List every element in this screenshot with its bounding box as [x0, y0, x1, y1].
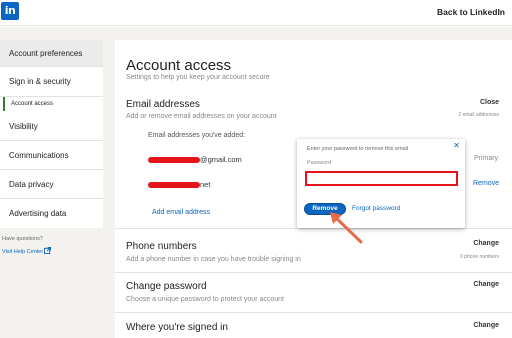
- close-icon[interactable]: ✕: [453, 141, 460, 150]
- help-question: Have questions?: [2, 236, 43, 242]
- phone-section-description: Add a phone number in case you have trou…: [126, 256, 301, 263]
- remove-email-link[interactable]: Remove: [473, 180, 499, 187]
- redaction-mark: [148, 157, 200, 164]
- annotation-arrow-icon: [330, 212, 363, 244]
- page-title: Account access: [126, 57, 232, 74]
- sidebar-subitem-account-access[interactable]: Account access: [3, 97, 103, 111]
- password-input[interactable]: [305, 171, 458, 186]
- back-to-linkedin-link[interactable]: Back to LinkedIn: [437, 7, 505, 17]
- remove-email-popup: ✕ Enter your password to remove this ema…: [297, 139, 465, 228]
- add-email-link[interactable]: Add email address: [152, 209, 210, 216]
- email-suffix: @gmail.com: [200, 155, 242, 164]
- help-center-label: Visit Help Center: [2, 249, 44, 255]
- signed-in-section-title: Where you're signed in: [126, 322, 228, 333]
- phone-change-button[interactable]: Change: [473, 240, 499, 247]
- sidebar-item-data-privacy[interactable]: Data privacy: [0, 170, 103, 199]
- redaction-mark: [148, 182, 200, 189]
- email-close-button[interactable]: Close: [480, 99, 499, 106]
- primary-email-badge: Primary: [474, 155, 499, 162]
- email-section-title: Email addresses: [126, 99, 200, 110]
- sidebar-item-advertising-data[interactable]: Advertising data: [0, 199, 103, 228]
- signed-in-change-button[interactable]: Change: [473, 322, 499, 329]
- sidebar-item-sign-in-security[interactable]: Sign in & security: [0, 67, 103, 97]
- email-count: 2 email addresses: [458, 112, 499, 118]
- top-bar: in Back to LinkedIn: [0, 0, 512, 26]
- password-section-title: Change password: [126, 281, 207, 292]
- divider: [115, 272, 512, 273]
- email-row-secondary: net: [148, 180, 210, 189]
- help-center-link[interactable]: Visit Help Center: [2, 247, 52, 255]
- emails-added-label: Email addresses you've added:: [148, 132, 246, 139]
- password-label: Password: [307, 160, 332, 166]
- email-suffix: net: [200, 180, 211, 189]
- sidebar-item-visibility[interactable]: Visibility: [0, 112, 103, 141]
- password-section-description: Choose a unique password to protect your…: [126, 296, 284, 303]
- linkedin-logo[interactable]: in: [1, 2, 19, 20]
- email-row-primary: @gmail.com: [148, 155, 242, 164]
- external-link-icon: [44, 247, 52, 254]
- divider: [115, 228, 512, 229]
- sidebar-item-communications[interactable]: Communications: [0, 141, 103, 170]
- password-change-button[interactable]: Change: [473, 281, 499, 288]
- email-section-description: Add or remove email addresses on your ac…: [126, 113, 277, 120]
- sidebar-item-account-preferences[interactable]: Account preferences: [0, 40, 103, 67]
- phone-count: 0 phone numbers: [460, 254, 499, 260]
- divider: [115, 312, 512, 313]
- page-subtitle: Settings to help you keep your account s…: [126, 74, 270, 81]
- phone-section-title: Phone numbers: [126, 241, 197, 252]
- popup-instruction: Enter your password to remove this email: [307, 146, 409, 152]
